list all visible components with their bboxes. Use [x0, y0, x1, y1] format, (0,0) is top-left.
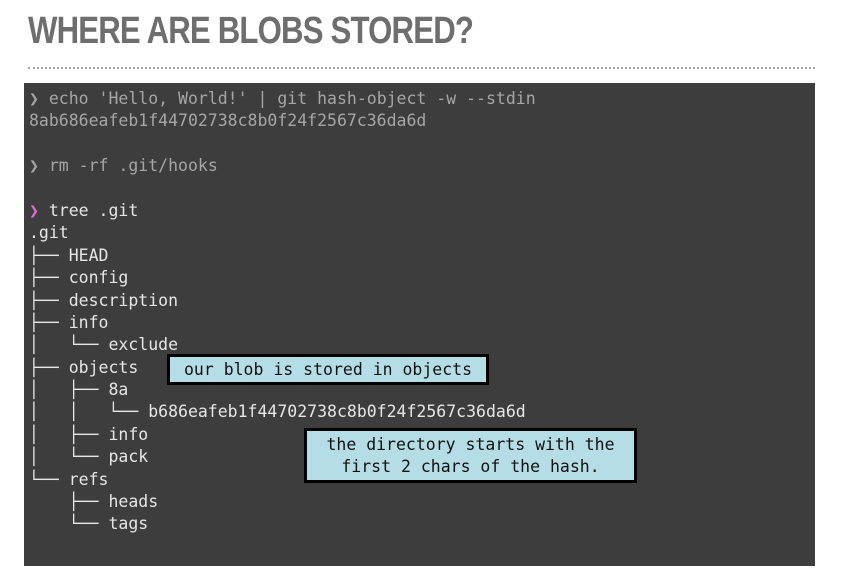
tree-line: ├── config [29, 268, 129, 288]
terminal-line: ❯ tree .git [29, 200, 139, 220]
terminal-line: ❯ echo 'Hello, World!' | git hash-object… [29, 89, 536, 108]
title-divider [28, 67, 815, 69]
tree-line: .git [29, 223, 69, 243]
directory-callout: the directory starts with the first 2 ch… [304, 428, 637, 483]
prompt-icon: ❯ [29, 156, 39, 176]
tree-line: ├── info [29, 312, 109, 332]
prompt-icon: ❯ [29, 89, 39, 108]
tree-line: ├── heads [29, 492, 159, 512]
terminal-window: ❯ echo 'Hello, World!' | git hash-object… [24, 83, 815, 566]
tree-line: ├── description [29, 290, 179, 310]
tree-line: │ │ └── b686eafeb1f44702738c8b0f24f2567c… [29, 402, 526, 422]
slide-title: WHERE ARE BLOBS STORED? [28, 10, 474, 52]
objects-callout: our blob is stored in objects [167, 354, 489, 385]
tree-line: ├── HEAD [29, 245, 109, 265]
tree-line: └── tags [29, 514, 149, 534]
terminal-line: ❯ rm -rf .git/hooks [29, 156, 218, 176]
prompt-icon: ❯ [29, 200, 39, 220]
terminal-line: 8ab686eafeb1f44702738c8b0f24f2567c36da6d [29, 111, 427, 131]
